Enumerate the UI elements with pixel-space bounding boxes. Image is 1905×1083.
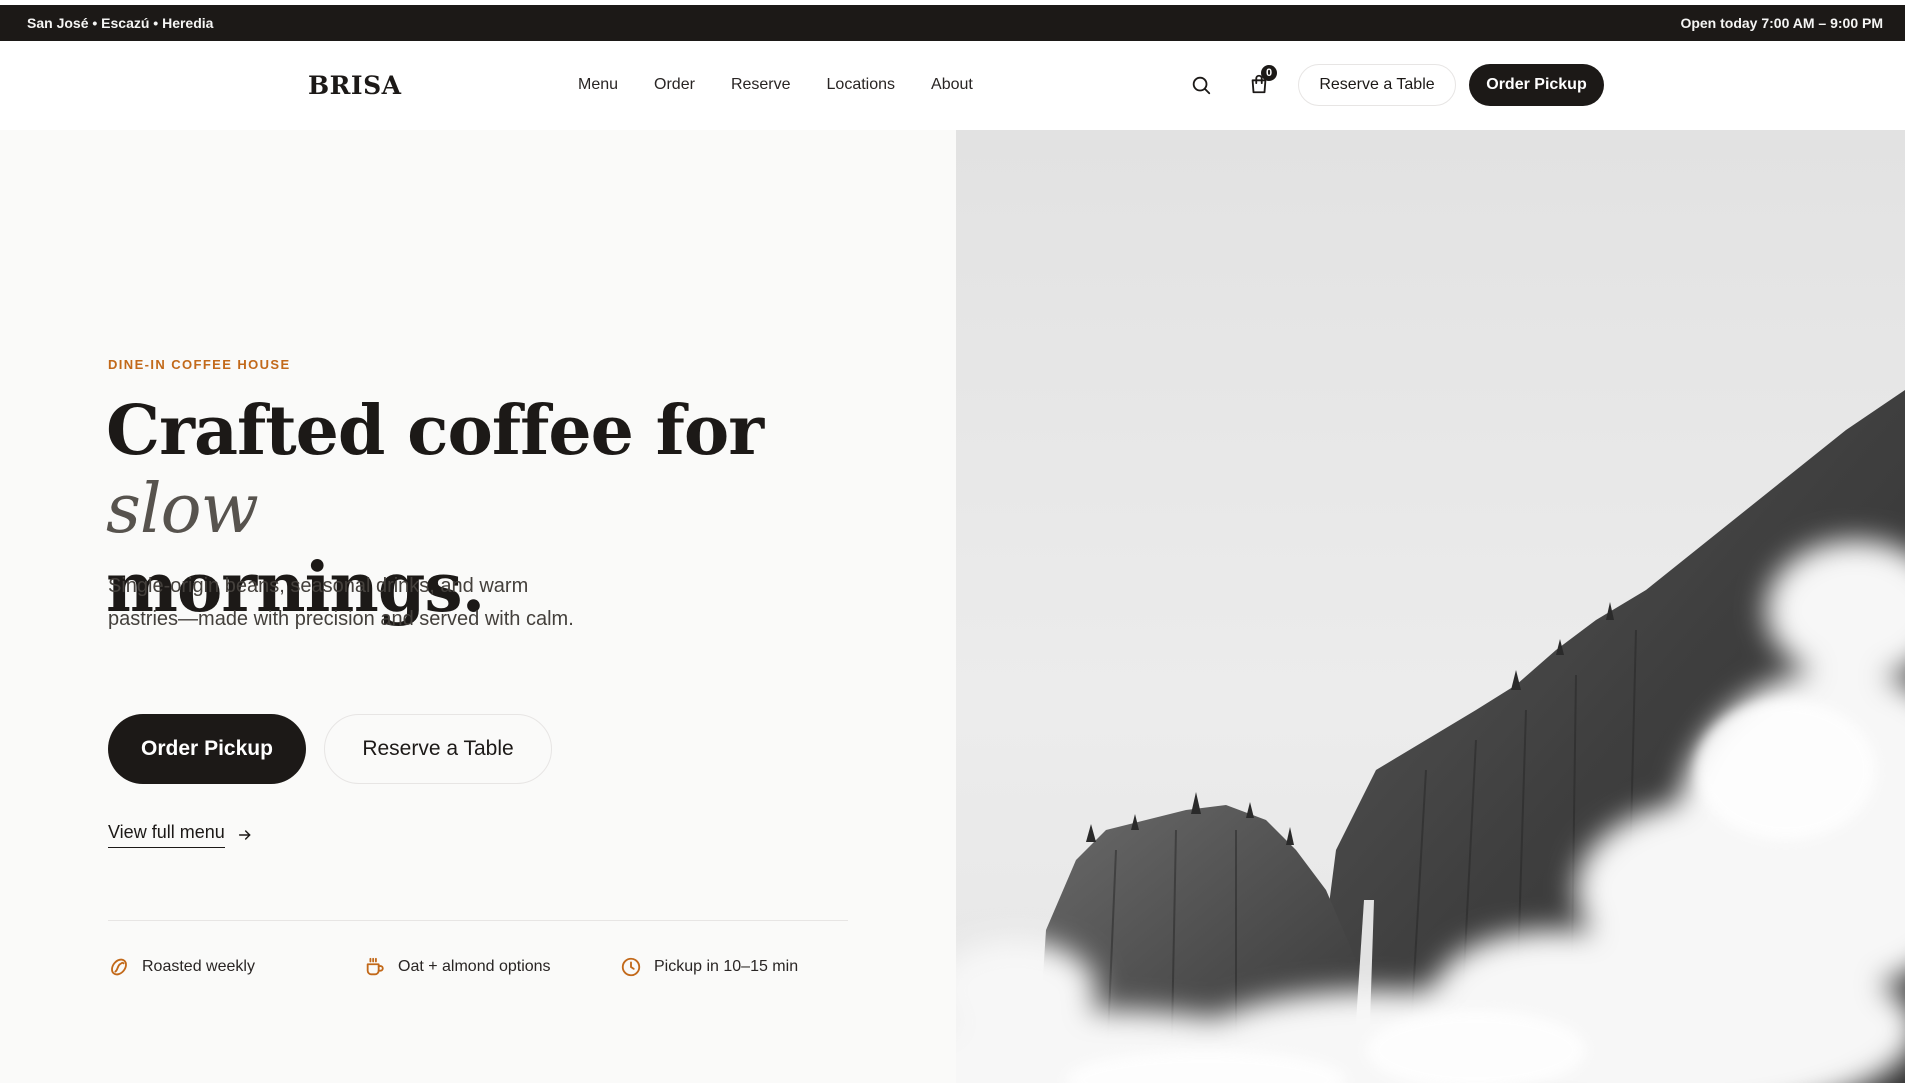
hero-order-pickup-button[interactable]: Order Pickup [108, 714, 306, 784]
feature-label: Pickup in 10–15 min [654, 958, 799, 975]
hero-description: Single-origin beans, seasonal drinks, an… [108, 575, 574, 630]
hero-content: DINE-IN COFFEE HOUSE Crafted coffee for … [0, 130, 956, 1083]
order-pickup-button[interactable]: Order Pickup [1469, 64, 1604, 106]
coffee-cup-icon [366, 957, 384, 976]
main-nav: BRISA Menu Order Reserve Locations About… [0, 41, 1905, 130]
clock-icon [621, 957, 641, 977]
hero-reserve-table-button[interactable]: Reserve a Table [324, 714, 552, 784]
coffee-bean-icon [111, 958, 127, 976]
headline-main: Crafted coffee for [106, 391, 764, 471]
nav-link-order[interactable]: Order [654, 76, 695, 94]
feature-label: Roasted weekly [142, 958, 255, 975]
locations-text: San José • Escazú • Heredia [27, 15, 214, 31]
reserve-table-button[interactable]: Reserve a Table [1298, 64, 1456, 106]
view-menu-label: View full menu [108, 822, 225, 848]
view-menu-link[interactable]: View full menu [108, 822, 253, 848]
nav-link-about[interactable]: About [931, 76, 973, 94]
misty-cliff-illustration [956, 130, 1905, 1083]
hours-text: Open today 7:00 AM – 9:00 PM [1680, 15, 1883, 31]
feature-label: Oat + almond options [398, 958, 551, 975]
nav-link-reserve[interactable]: Reserve [731, 76, 791, 94]
headline-accent: slow [106, 470, 259, 549]
feature-list: Roasted weekly Oat + almond options Pick… [108, 956, 798, 978]
arrow-right-icon [238, 830, 251, 840]
cart-count-badge: 0 [1261, 65, 1277, 81]
nav-links: Menu Order Reserve Locations About [578, 76, 973, 94]
feature-item: Roasted weekly [108, 956, 364, 978]
cart-button[interactable]: 0 [1244, 65, 1277, 99]
announcement-bar: San José • Escazú • Heredia Open today 7… [0, 5, 1905, 41]
nav-link-locations[interactable]: Locations [827, 76, 896, 94]
hero-image [956, 130, 1905, 1083]
brand-logo[interactable]: BRISA [308, 71, 402, 100]
feature-item: Oat + almond options [364, 956, 620, 978]
search-icon [1192, 76, 1211, 95]
feature-item: Pickup in 10–15 min [620, 956, 798, 978]
nav-link-menu[interactable]: Menu [578, 76, 618, 94]
hero-eyebrow: DINE-IN COFFEE HOUSE [108, 357, 291, 372]
hero-divider [108, 920, 848, 921]
search-button[interactable] [1186, 70, 1216, 100]
